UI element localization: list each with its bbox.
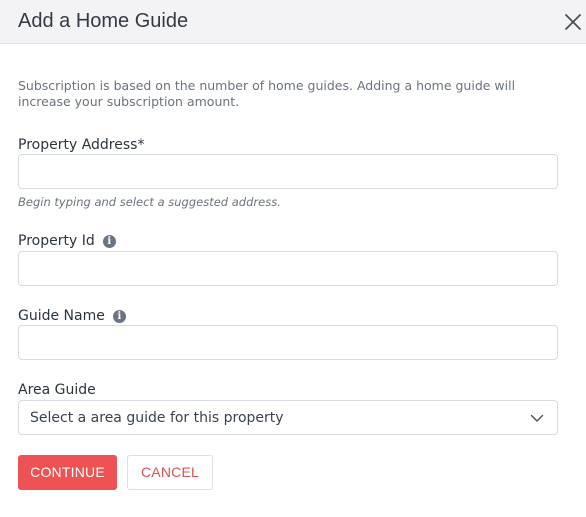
area-guide-selected-value: Select a area guide for this property <box>30 410 284 426</box>
info-icon[interactable]: i <box>112 309 126 323</box>
property-address-input[interactable] <box>18 154 558 189</box>
property-id-label: Property Id i <box>18 232 116 250</box>
add-home-guide-dialog: Add a Home Guide Subscription is based o… <box>0 0 586 517</box>
area-guide-label-text: Area Guide <box>18 382 96 398</box>
dialog-title: Add a Home Guide <box>18 10 189 32</box>
cancel-button[interactable]: CANCEL <box>127 455 213 490</box>
guide-name-input[interactable] <box>18 325 558 360</box>
guide-name-label-text: Guide Name <box>18 308 105 324</box>
property-address-label: Property Address* <box>18 136 144 154</box>
chevron-down-icon <box>530 411 544 425</box>
dialog-header: Add a Home Guide <box>0 0 586 44</box>
subscription-notice: Subscription is based on the number of h… <box>18 78 516 109</box>
close-icon[interactable] <box>561 10 585 34</box>
area-guide-select[interactable]: Select a area guide for this property <box>18 400 558 435</box>
property-id-input[interactable] <box>18 251 558 286</box>
area-guide-label: Area Guide <box>18 381 96 399</box>
property-address-label-text: Property Address* <box>18 137 145 153</box>
continue-button[interactable]: CONTINUE <box>18 455 117 490</box>
info-icon[interactable]: i <box>102 234 116 248</box>
guide-name-label: Guide Name i <box>18 307 126 325</box>
property-id-label-text: Property Id <box>18 233 95 249</box>
property-address-hint: Begin typing and select a suggested addr… <box>18 195 281 209</box>
